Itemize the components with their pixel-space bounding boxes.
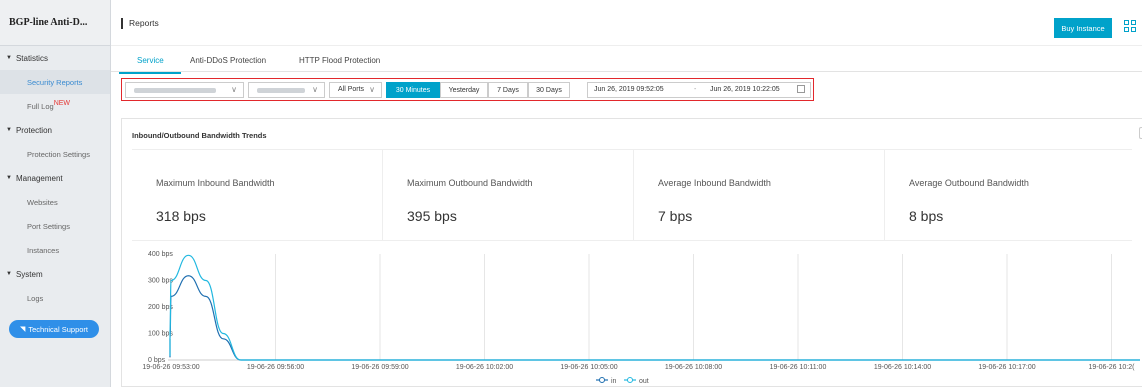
legend-marker-out — [627, 377, 633, 383]
sidebar-item-label: Instances — [27, 245, 60, 255]
support-icon: ◥ — [19, 326, 26, 333]
tab-anti-ddos-protection[interactable]: Anti-DDoS Protection — [190, 56, 266, 65]
stat-value: 8 bps — [909, 208, 944, 224]
stat-max-outbound: Maximum Outbound Bandwidth 395 bps — [383, 150, 633, 240]
x-tick-label: 19-06-26 10:02:00 — [456, 364, 513, 371]
port-select-value: All Ports — [338, 86, 365, 93]
sidebar: BGP-line Anti-D... ▼ Statistics Security… — [0, 0, 111, 387]
sidebar-item-label: Full Log — [27, 101, 54, 111]
stat-label: Maximum Inbound Bandwidth — [156, 178, 275, 188]
range-30-minutes-button[interactable]: 30 Minutes — [386, 82, 440, 98]
sidebar-group-statistics[interactable]: ▼ Statistics — [0, 46, 110, 70]
redacted-value — [257, 88, 305, 93]
filter-bar: ∨ ∨ All Ports ∨ 30 Minutes Yesterday 7 D… — [121, 78, 814, 101]
calendar-icon — [797, 85, 805, 93]
stat-value: 7 bps — [658, 208, 693, 224]
bandwidth-chart: 400 bps300 bps200 bps100 bps0 bps19-06-2… — [142, 251, 1140, 385]
sidebar-group-protection[interactable]: ▼ Protection — [0, 118, 110, 142]
date-range-picker[interactable]: Jun 26, 2019 09:52:05 - Jun 26, 2019 10:… — [587, 82, 811, 98]
page-title: Reports — [121, 18, 159, 29]
range-30-days-button[interactable]: 30 Days — [528, 82, 570, 98]
x-tick-label: 19-06-26 09:56:00 — [247, 364, 304, 371]
tab-service[interactable]: Service — [137, 56, 164, 65]
chevron-down-icon: ∨ — [312, 85, 318, 94]
top-bar: Reports Buy Instance — [111, 0, 1142, 46]
stat-value: 395 bps — [407, 208, 457, 224]
sidebar-group-label: Statistics — [15, 53, 48, 63]
sidebar-group-label: System — [15, 269, 43, 279]
x-tick-label: 19-06-26 10:14:00 — [874, 364, 931, 371]
report-tabs: Service Anti-DDoS Protection HTTP Flood … — [111, 52, 1142, 72]
tab-http-flood-protection[interactable]: HTTP Flood Protection — [299, 56, 380, 65]
grid-icon[interactable] — [1124, 20, 1136, 32]
y-tick-label: 0 bps — [148, 357, 166, 364]
chevron-down-icon: ∨ — [369, 85, 375, 94]
sidebar-item-label: Port Settings — [27, 221, 70, 231]
x-tick-label: 19-06-26 09:53:00 — [142, 364, 199, 371]
chevron-down-icon: ∨ — [231, 85, 237, 94]
series-line-out — [169, 254, 1140, 361]
sidebar-item-instances[interactable]: Instances — [0, 238, 110, 262]
x-tick-label: 19-06-26 10:08:00 — [665, 364, 722, 371]
y-tick-label: 400 bps — [148, 251, 173, 258]
range-7-days-button[interactable]: 7 Days — [488, 82, 528, 98]
stat-avg-inbound: Average Inbound Bandwidth 7 bps — [634, 150, 884, 240]
domain-select[interactable]: ∨ — [248, 82, 325, 98]
card-title: Inbound/Outbound Bandwidth Trends — [132, 131, 267, 140]
port-select[interactable]: All Ports ∨ — [329, 82, 382, 98]
active-tab-indicator — [119, 72, 181, 74]
sidebar-item-websites[interactable]: Websites — [0, 190, 110, 214]
stat-value: 318 bps — [156, 208, 206, 224]
x-tick-label: 19-06-26 10:11:00 — [770, 364, 827, 371]
stat-max-inbound: Maximum Inbound Bandwidth 318 bps — [132, 150, 382, 240]
technical-support-label: Technical Support — [28, 324, 88, 334]
legend-label-in: in — [611, 378, 617, 385]
sidebar-group-system[interactable]: ▼ System — [0, 262, 110, 286]
buy-instance-button[interactable]: Buy Instance — [1054, 18, 1112, 38]
y-tick-label: 200 bps — [148, 304, 173, 311]
stat-label: Average Inbound Bandwidth — [658, 178, 771, 188]
technical-support-button[interactable]: ◥ Technical Support — [9, 320, 99, 338]
stat-label: Average Outbound Bandwidth — [909, 178, 1029, 188]
x-tick-label: 19-06-26 10:17:00 — [978, 364, 1035, 371]
triangle-down-icon: ▼ — [6, 55, 12, 61]
x-tick-label: 19-06-26 10:05:00 — [560, 364, 617, 371]
sidebar-item-security-reports[interactable]: Security Reports — [0, 70, 110, 94]
instance-select[interactable]: ∨ — [125, 82, 244, 98]
legend-marker-in — [599, 377, 605, 383]
sidebar-item-label: Websites — [27, 197, 58, 207]
range-separator: - — [694, 86, 697, 93]
redacted-value — [134, 88, 216, 93]
sidebar-group-label: Management — [15, 173, 63, 183]
divider — [132, 240, 1132, 241]
sidebar-item-protection-settings[interactable]: Protection Settings — [0, 142, 110, 166]
y-tick-label: 300 bps — [148, 278, 173, 285]
new-badge: NEW — [53, 99, 71, 107]
stat-avg-outbound: Average Outbound Bandwidth 8 bps — [885, 150, 1135, 240]
sidebar-item-logs[interactable]: Logs — [0, 286, 110, 310]
triangle-down-icon: ▼ — [6, 175, 12, 181]
legend-label-out: out — [639, 378, 649, 385]
sidebar-group-management[interactable]: ▼ Management — [0, 166, 110, 190]
triangle-down-icon: ▼ — [6, 127, 12, 133]
sidebar-item-label: Protection Settings — [27, 149, 90, 159]
sidebar-item-full-log[interactable]: Full Log NEW — [0, 94, 110, 118]
start-time: Jun 26, 2019 09:52:05 — [594, 86, 664, 93]
x-tick-label: 19-06-26 09:59:00 — [351, 364, 408, 371]
range-yesterday-button[interactable]: Yesterday — [440, 82, 488, 98]
stat-label: Maximum Outbound Bandwidth — [407, 178, 533, 188]
series-line-in — [169, 275, 1140, 361]
sidebar-item-label: Logs — [27, 293, 44, 303]
sidebar-group-label: Protection — [15, 125, 52, 135]
triangle-down-icon: ▼ — [6, 271, 12, 277]
end-time: Jun 26, 2019 10:22:05 — [710, 86, 780, 93]
x-tick-label: 19-06-26 10:2( — [1089, 364, 1136, 371]
sidebar-item-label: Security Reports — [27, 77, 83, 87]
sidebar-item-port-settings[interactable]: Port Settings — [0, 214, 110, 238]
product-title: BGP-line Anti-D... — [0, 0, 110, 46]
